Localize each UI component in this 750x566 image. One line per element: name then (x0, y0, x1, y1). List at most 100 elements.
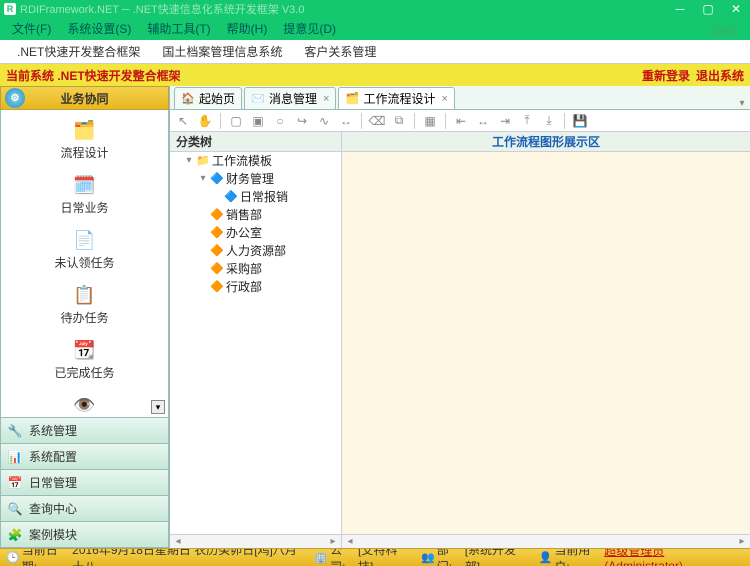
nav-item-monitor[interactable]: 👁️流程监控 (60, 393, 108, 418)
canvas-pane: 工作流程图形展示区 ◂▸ (342, 132, 750, 548)
status-company: [艾特科技] (358, 548, 407, 566)
sidebar-nav-body: 🗂️流程设计 🗓️日常业务 📄未认领任务 📋待办任务 📆已完成任务 👁️流程监控… (0, 110, 169, 418)
nav-item-done[interactable]: 📆已完成任务 (54, 338, 114, 381)
tree-node-root[interactable]: ▾📁工作流模板 (184, 152, 341, 170)
tool-align-top-icon[interactable]: ⤒ (518, 112, 536, 130)
status-bar: 🕒当前日期: 2016年9月18日星期日 农历癸卯日[鸡]八月十八 🏢公司: [… (0, 548, 750, 566)
gear-icon: ⚙ (5, 88, 25, 108)
tool-branch-icon[interactable]: ↪ (293, 112, 311, 130)
maximize-button[interactable]: ▢ (694, 0, 722, 18)
tool-circle-icon[interactable]: ○ (271, 112, 289, 130)
menu-settings[interactable]: 系统设置(S) (59, 18, 139, 40)
accordion-case-module[interactable]: 🧩案例模块 (0, 522, 169, 548)
leaf-icon: 🔷 (224, 188, 238, 206)
exit-link[interactable]: 退出系统 (696, 67, 744, 84)
tool-pointer-icon[interactable]: ↖ (174, 112, 192, 130)
tool-hand-icon[interactable]: ✋ (196, 112, 214, 130)
unclaimed-icon: 📄 (72, 228, 96, 252)
calendar-icon: 📅 (7, 475, 23, 491)
canvas-body[interactable] (342, 152, 750, 534)
tree-node-office[interactable]: 🔶办公室 (198, 224, 341, 242)
tool-node2-icon[interactable]: ▣ (249, 112, 267, 130)
tree-scroll-h[interactable]: ◂▸ (170, 534, 341, 548)
sidebar: ⚙ 业务协同 🗂️流程设计 🗓️日常业务 📄未认领任务 📋待办任务 📆已完成任务… (0, 86, 170, 548)
scroll-left-icon[interactable]: ◂ (342, 535, 358, 548)
menu-help[interactable]: 帮助(H) (219, 18, 276, 40)
tree-pane: 分类树 ▾📁工作流模板 ▾🔷财务管理 🔷日常报销 🔶销售部 🔶 (170, 132, 342, 548)
title-bar: R RDIFramework.NET ─ .NET快速信息化系统开发框架 V3.… (0, 0, 750, 18)
sys-item-archive[interactable]: 国土档案管理信息系统 (151, 42, 293, 61)
canvas-scroll-h[interactable]: ◂▸ (342, 534, 750, 548)
tree-node-purchase[interactable]: 🔶采购部 (198, 260, 341, 278)
tab-workflow-design[interactable]: 🗂️工作流程设计× (338, 87, 454, 109)
home-icon: 🏠 (181, 92, 195, 106)
tool-align-center-icon[interactable]: ↔ (474, 112, 492, 130)
menu-feedback[interactable]: 提意见(D) (275, 18, 344, 40)
tab-message-manage[interactable]: ✉️消息管理× (244, 87, 336, 109)
menu-file[interactable]: 文件(F) (4, 18, 59, 40)
current-system-label: 当前系统 .NET快速开发整合框架 (6, 67, 181, 84)
tool-delete-icon[interactable]: ⌫ (368, 112, 386, 130)
nav-item-unclaimed[interactable]: 📄未认领任务 (54, 228, 114, 271)
scroll-left-icon[interactable]: ◂ (170, 535, 186, 548)
close-icon[interactable]: × (441, 93, 447, 105)
process-design-icon: 🗂️ (72, 118, 96, 142)
accordion-sys-config[interactable]: 📊系统配置 (0, 444, 169, 470)
status-dept-label: 部门: (437, 548, 462, 566)
scroll-right-icon[interactable]: ▸ (325, 535, 341, 548)
tool-align-right-icon[interactable]: ⇥ (496, 112, 514, 130)
tool-align-bottom-icon[interactable]: ⤓ (540, 112, 558, 130)
dept-icon: 🔶 (210, 224, 224, 242)
sidebar-header[interactable]: ⚙ 业务协同 (0, 86, 169, 110)
menu-tools[interactable]: 辅助工具(T) (139, 18, 218, 40)
tool-merge-icon[interactable]: ∿ (315, 112, 333, 130)
done-icon: 📆 (72, 338, 96, 362)
canvas-header: 工作流程图形展示区 (342, 132, 750, 152)
tree-node-admin[interactable]: 🔶行政部 (198, 278, 341, 296)
close-icon[interactable]: × (323, 93, 329, 105)
tool-align-left-icon[interactable]: ⇤ (452, 112, 470, 130)
tree-node-sales[interactable]: 🔶销售部 (198, 206, 341, 224)
minimize-button[interactable]: ─ (666, 0, 694, 18)
status-dept: [系统开发部] (465, 548, 525, 566)
accordion-query-center[interactable]: 🔍查询中心 (0, 496, 169, 522)
monitor-icon: 👁️ (72, 393, 96, 417)
tool-grid-icon[interactable]: ▦ (421, 112, 439, 130)
tool-save-icon[interactable]: 💾 (571, 112, 589, 130)
status-user[interactable]: 超级管理员(Administrator) (604, 548, 730, 566)
nav-item-process-design[interactable]: 🗂️流程设计 (60, 118, 108, 161)
tree-body[interactable]: ▾📁工作流模板 ▾🔷财务管理 🔷日常报销 🔶销售部 🔶办公室 🔶人力资源部 🔶采… (170, 152, 341, 534)
tree-header: 分类树 (170, 132, 341, 152)
tool-copy-icon[interactable]: ⧉ (390, 112, 408, 130)
relogin-link[interactable]: 重新登录 (642, 67, 690, 84)
toolbar: ↖ ✋ ▢ ▣ ○ ↪ ∿ ↔ ⌫ ⧉ ▦ ⇤ ↔ ⇥ ⤒ ⤓ 💾 (170, 110, 750, 132)
tool-link-icon[interactable]: ↔ (337, 112, 355, 130)
accordion-sys-manage[interactable]: 🔧系统管理 (0, 418, 169, 444)
nav-item-pending[interactable]: 📋待办任务 (60, 283, 108, 326)
tab-overflow-icon[interactable]: ▾ (734, 98, 750, 109)
tree-node-finance[interactable]: ▾🔷财务管理 (198, 170, 341, 188)
sys-item-framework[interactable]: .NET快速开发整合框架 (6, 42, 151, 61)
app-logo-icon: R (4, 3, 16, 15)
scroll-right-icon[interactable]: ▸ (734, 535, 750, 548)
tree-node-daily-reimb[interactable]: 🔷日常报销 (212, 188, 341, 206)
module-icon: 🧩 (7, 527, 23, 543)
sys-item-crm[interactable]: 客户关系管理 (293, 42, 387, 61)
tree-node-hr[interactable]: 🔶人力资源部 (198, 242, 341, 260)
scroll-down-icon[interactable]: ▾ (151, 400, 165, 414)
user-icon: 👤 (539, 551, 553, 565)
close-button[interactable]: ✕ (722, 0, 750, 18)
accordion-daily-manage[interactable]: 📅日常管理 (0, 470, 169, 496)
dept-icon: 🔶 (210, 278, 224, 296)
tool-node-icon[interactable]: ▢ (227, 112, 245, 130)
nav-item-daily-biz[interactable]: 🗓️日常业务 (60, 173, 108, 216)
folder-icon: 📁 (196, 152, 210, 170)
style-link[interactable]: Style (711, 22, 746, 36)
content-area: 🏠起始页 ✉️消息管理× 🗂️工作流程设计× ▾ ↖ ✋ ▢ ▣ ○ ↪ ∿ ↔… (170, 86, 750, 548)
wrench-icon: 🔧 (7, 423, 23, 439)
status-company-label: 公司: (330, 548, 355, 566)
tab-start-page[interactable]: 🏠起始页 (174, 87, 242, 109)
status-date: 2016年9月18日星期日 农历癸卯日[鸡]八月十八 (72, 548, 300, 566)
menu-bar: 文件(F) 系统设置(S) 辅助工具(T) 帮助(H) 提意见(D) Style (0, 18, 750, 40)
dept-icon: 🔶 (210, 206, 224, 224)
